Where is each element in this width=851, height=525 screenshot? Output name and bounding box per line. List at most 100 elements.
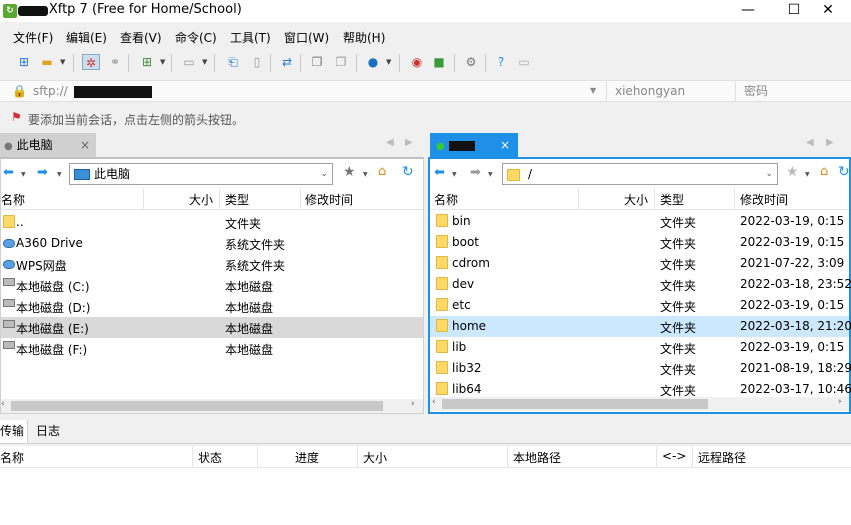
tab-scroll-right-icon[interactable]: ▶ (826, 137, 834, 148)
table-row[interactable]: WPS网盘 系统文件夹 (1, 254, 423, 275)
col-transfer-status[interactable]: 状态 (198, 449, 222, 466)
host-input[interactable]: sftp:// (33, 81, 593, 101)
col-transfer-remote-path[interactable]: 远程路径 (698, 449, 746, 466)
col-transfer-size[interactable]: 大小 (363, 449, 387, 466)
table-row[interactable]: etc 文件夹 2022-03-19, 0:15 (430, 295, 849, 316)
paste-icon[interactable]: ❐ (332, 54, 350, 70)
globe-icon[interactable]: ● (364, 54, 382, 70)
scroll-thumb[interactable] (11, 401, 383, 411)
table-row[interactable]: dev 文件夹 2022-03-18, 23:52 (430, 274, 851, 295)
home-folder-icon[interactable]: ⌂ (820, 164, 828, 179)
menu-view[interactable]: 查看(V) (120, 29, 162, 46)
scroll-left-icon[interactable]: ‹ (432, 397, 436, 407)
chevron-down-icon[interactable]: ⌄ (320, 164, 328, 184)
refresh-icon[interactable]: ↻ (838, 164, 850, 180)
sync-icon[interactable]: ⇄ (278, 54, 296, 70)
download-icon[interactable]: ▯ (248, 54, 266, 70)
copy-icon[interactable]: ❐ (308, 54, 326, 70)
chevron-down-icon[interactable]: ⌄ (765, 164, 773, 184)
chevron-down-icon[interactable]: ▼ (21, 171, 26, 178)
table-row[interactable]: cdrom 文件夹 2021-07-22, 3:09 (430, 253, 849, 274)
table-row[interactable]: 本地磁盘 (C:) 本地磁盘 (1, 275, 423, 296)
chevron-down-icon[interactable]: ▼ (57, 171, 62, 178)
scroll-right-icon[interactable]: › (411, 399, 415, 409)
password-input[interactable]: 密码 (735, 81, 851, 101)
col-size[interactable]: 大小 (189, 191, 213, 208)
table-row[interactable]: lib32 文件夹 2021-08-19, 18:29 (430, 358, 851, 379)
xftp-icon[interactable]: ■ (430, 54, 448, 70)
table-row[interactable]: boot 文件夹 2022-03-19, 0:15 (430, 232, 849, 253)
refresh-icon[interactable]: ↻ (402, 164, 414, 180)
menu-command[interactable]: 命令(C) (175, 29, 217, 46)
home-folder-icon[interactable]: ⌂ (378, 164, 386, 179)
scroll-left-icon[interactable]: ‹ (1, 399, 5, 409)
menu-edit[interactable]: 编辑(E) (66, 29, 107, 46)
favorite-star-icon[interactable]: ★ (343, 164, 356, 180)
chevron-down-icon[interactable]: ▼ (202, 58, 207, 66)
col-modified[interactable]: 修改时间 (305, 191, 353, 208)
chevron-down-icon[interactable]: ▼ (160, 58, 165, 66)
tab-scroll-right-icon[interactable]: ▶ (405, 137, 413, 148)
session-settings-icon[interactable]: ⊞ (138, 54, 156, 70)
col-transfer-name[interactable]: 名称 (0, 449, 24, 466)
tab-local[interactable]: ● 此电脑 × (0, 133, 96, 157)
close-button[interactable]: ✕ (805, 0, 851, 22)
chevron-down-icon[interactable]: ▼ (386, 58, 391, 66)
table-row[interactable]: lib 文件夹 2022-03-19, 0:15 (430, 337, 849, 358)
remote-horizontal-scrollbar[interactable]: ‹ › (430, 397, 849, 411)
close-tab-icon[interactable]: × (80, 133, 90, 157)
remote-path-input[interactable]: / ⌄ (502, 163, 778, 185)
col-type[interactable]: 类型 (225, 191, 249, 208)
help-icon[interactable]: ? (492, 54, 510, 70)
scroll-thumb[interactable] (442, 399, 708, 409)
col-type[interactable]: 类型 (660, 191, 684, 208)
menu-file[interactable]: 文件(F) (13, 29, 53, 46)
table-row[interactable]: A360 Drive 系统文件夹 (1, 233, 423, 254)
table-row[interactable]: home 文件夹 2022-03-18, 21:20 (430, 316, 851, 337)
close-tab-icon[interactable]: × (500, 133, 510, 157)
gear-icon[interactable]: ⚙ (462, 54, 480, 70)
open-folder-icon[interactable]: ▬ (38, 54, 56, 70)
connect-icon[interactable]: ✲ (82, 54, 100, 70)
menu-tools[interactable]: 工具(T) (230, 29, 271, 46)
scroll-right-icon[interactable]: › (838, 397, 842, 407)
chevron-down-icon[interactable]: ▼ (590, 81, 596, 101)
col-transfer-direction[interactable]: <-> (662, 449, 686, 463)
chat-icon[interactable]: ▭ (515, 54, 533, 70)
chevron-down-icon[interactable]: ▼ (452, 171, 457, 178)
forward-arrow-icon[interactable]: ➡ (37, 165, 48, 180)
tab-scroll-left-icon[interactable]: ◀ (386, 137, 394, 148)
table-row[interactable]: 本地磁盘 (D:) 本地磁盘 (1, 296, 423, 317)
col-transfer-progress[interactable]: 进度 (295, 449, 319, 466)
table-row[interactable]: bin 文件夹 2022-03-19, 0:15 (430, 211, 849, 232)
local-path-input[interactable]: 此电脑 ⌄ (69, 163, 333, 185)
table-row[interactable]: 本地磁盘 (E:) 本地磁盘 (1, 317, 423, 338)
local-horizontal-scrollbar[interactable]: ‹ › (1, 399, 423, 413)
tab-transfer[interactable]: 传输 (0, 420, 28, 443)
table-row[interactable]: 本地磁盘 (F:) 本地磁盘 (1, 338, 423, 359)
tab-scroll-left-icon[interactable]: ◀ (806, 137, 814, 148)
table-row[interactable]: .. 文件夹 (1, 212, 423, 233)
col-name[interactable]: 名称 (1, 191, 25, 208)
new-session-icon[interactable]: ⊞ (15, 54, 33, 70)
menu-help[interactable]: 帮助(H) (343, 29, 385, 46)
chevron-down-icon[interactable]: ▼ (60, 58, 65, 66)
col-size[interactable]: 大小 (624, 191, 648, 208)
chevron-down-icon[interactable]: ▼ (805, 171, 810, 178)
minimize-button[interactable]: — (725, 0, 771, 22)
username-input[interactable]: xiehongyan (606, 81, 734, 101)
col-transfer-local-path[interactable]: 本地路径 (513, 449, 561, 466)
col-modified[interactable]: 修改时间 (740, 191, 788, 208)
tab-log[interactable]: 日志 (36, 420, 60, 443)
back-arrow-icon[interactable]: ⬅ (434, 165, 445, 180)
upload-icon[interactable]: ⎗ (224, 54, 242, 70)
bookmark-icon[interactable]: ⚑ (11, 110, 22, 124)
menu-window[interactable]: 窗口(W) (284, 29, 329, 46)
chevron-down-icon[interactable]: ▼ (488, 171, 493, 178)
favorite-star-icon[interactable]: ★ (786, 164, 799, 180)
xshell-icon[interactable]: ◉ (408, 54, 426, 70)
disconnect-icon[interactable]: ⚭ (106, 54, 124, 70)
tab-remote[interactable]: ● × (430, 133, 518, 157)
chevron-down-icon[interactable]: ▼ (363, 171, 368, 178)
forward-arrow-icon[interactable]: ➡ (470, 165, 481, 180)
